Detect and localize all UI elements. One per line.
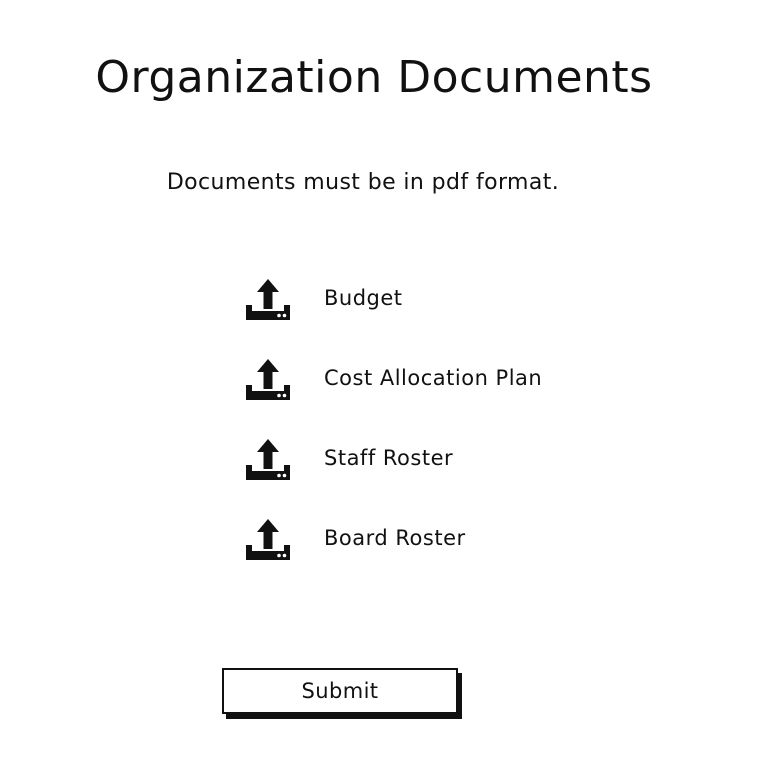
upload-icon[interactable] (244, 518, 292, 562)
document-item-budget: Budget (244, 278, 664, 358)
page-title: Organization Documents (95, 52, 653, 103)
document-item-cost-allocation-plan: Cost Allocation Plan (244, 358, 664, 438)
upload-icon[interactable] (244, 438, 292, 482)
document-label: Board Roster (324, 526, 466, 550)
upload-icon[interactable] (244, 358, 292, 402)
document-upload-list: Budget Cost Allocation Plan Staff Roster (244, 278, 664, 598)
document-item-staff-roster: Staff Roster (244, 438, 664, 518)
submit-button[interactable]: Submit (222, 668, 458, 714)
upload-icon[interactable] (244, 278, 292, 322)
document-label: Cost Allocation Plan (324, 366, 543, 390)
document-label: Budget (324, 286, 403, 310)
document-item-board-roster: Board Roster (244, 518, 664, 598)
document-label: Staff Roster (324, 446, 454, 470)
format-instructions: Documents must be in pdf format. (166, 170, 560, 195)
